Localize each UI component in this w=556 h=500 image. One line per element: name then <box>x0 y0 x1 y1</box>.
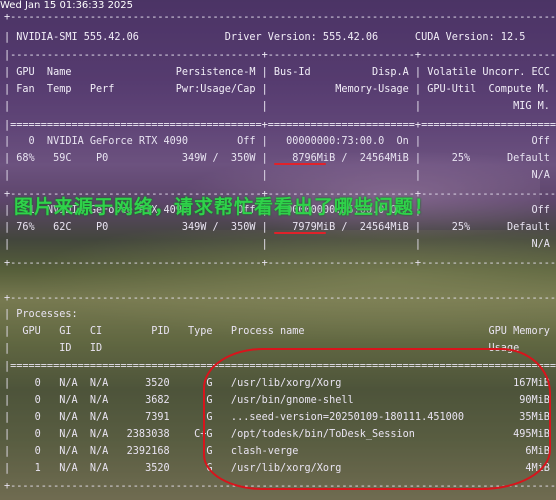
gpu0-memory-underline <box>274 163 326 165</box>
gpu1-row-3: | | | N/A | <box>4 239 556 250</box>
gpu-bottom-border: +---------------------------------------… <box>4 258 556 269</box>
header-row-2: | Fan Temp Perf Pwr:Usage/Cap | Memory-U… <box>4 84 556 95</box>
processes-top-border: +---------------------------------------… <box>4 293 556 304</box>
gpu0-row-3: | | | N/A | <box>4 170 556 181</box>
processes-header-1: | GPU GI CI PID Type Process name GPU Me… <box>4 326 556 337</box>
overlay-caption: 图片来源于网络，请求帮忙看看出了哪些问题！ <box>14 196 435 218</box>
process-list-annotation-circle <box>203 348 551 490</box>
header-separator: |---------------------------------------… <box>4 50 556 61</box>
processes-title: | Processes: | <box>4 309 556 320</box>
gpu0-row-1: | 0 NVIDIA GeForce RTX 4090 Off | 000000… <box>4 136 556 147</box>
header-double-separator: |=======================================… <box>4 120 556 131</box>
header-row-3: | | | MIG M. | <box>4 101 556 112</box>
border-top: +---------------------------------------… <box>4 12 556 23</box>
header-row-1: | GPU Name Persistence-M | Bus-Id Disp.A… <box>4 67 556 78</box>
smi-version-row: | NVIDIA-SMI 555.42.06 Driver Version: 5… <box>4 32 556 43</box>
gpu1-memory-underline <box>274 232 326 234</box>
